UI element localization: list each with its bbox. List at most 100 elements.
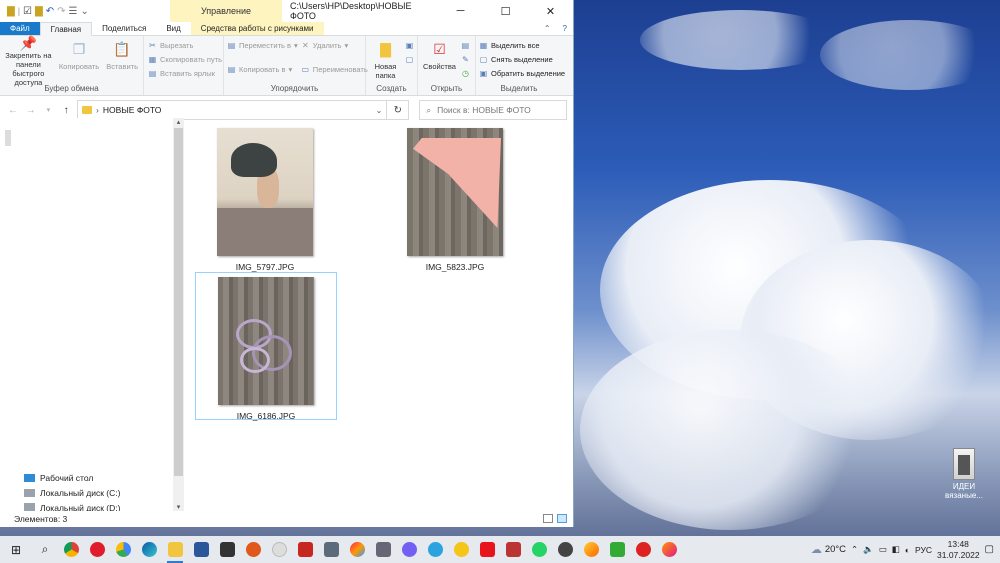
weather-widget[interactable]: ☁ 20°C (811, 543, 846, 556)
select-none-button[interactable]: ▢ Снять выделение (479, 53, 565, 65)
paste-button[interactable]: 📋 Вставить (104, 38, 140, 83)
shortcut-icon: ▤ (148, 68, 157, 78)
copy-button[interactable]: ❐ Копировать (57, 38, 101, 83)
breadcrumb[interactable]: НОВЫЕ ФОТО (103, 105, 161, 115)
nav-item-desktop[interactable]: Рабочий стол (24, 473, 93, 483)
file-explorer-icon[interactable] (162, 536, 188, 563)
large-icons-view-icon[interactable] (557, 514, 567, 523)
details-view-icon[interactable] (543, 514, 553, 523)
tab-home[interactable]: Главная (39, 22, 93, 36)
copy-path-button[interactable]: ▦ Скопировать путь (148, 53, 222, 65)
file-name: IMG_5823.JPG (425, 262, 485, 272)
nav-item-drive-c[interactable]: Локальный диск (C:) (24, 488, 120, 498)
word-icon[interactable] (188, 536, 214, 563)
scroll-thumb[interactable] (174, 128, 183, 476)
file-item[interactable]: IMG_5797.JPG (194, 128, 336, 272)
new-folder-button[interactable]: ▇ Новая папка (369, 38, 402, 83)
up-icon[interactable]: ↑ (59, 105, 73, 116)
tab-share[interactable]: Поделиться (92, 22, 156, 35)
paint-icon[interactable] (344, 536, 370, 563)
pin-quick-access-button[interactable]: 📌 Закрепить на панели быстрого доступа (3, 36, 54, 87)
search-icon[interactable]: ⌕ (32, 536, 58, 563)
scissors-icon[interactable] (500, 536, 526, 563)
firefox-icon[interactable] (656, 536, 682, 563)
edit-button[interactable]: ✎ (461, 53, 470, 65)
invert-selection-button[interactable]: ▣ Обратить выделение (479, 67, 565, 79)
desktop-cloud (640, 10, 840, 70)
chat-icon[interactable] (552, 536, 578, 563)
refresh-icon[interactable]: ↻ (386, 101, 408, 119)
language-indicator[interactable]: РУС (915, 545, 932, 555)
forward-icon[interactable]: → (24, 105, 38, 116)
chevron-down-icon[interactable]: ⌄ (376, 106, 383, 115)
move-to-button[interactable]: ▤ Переместить в ▾ (227, 39, 298, 51)
undo-icon[interactable]: ↶ (46, 6, 54, 17)
redo-icon[interactable]: ↷ (57, 6, 65, 17)
help-icon[interactable]: ? (557, 22, 573, 35)
easy-access-button[interactable]: ▢ (405, 53, 414, 65)
recent-dropdown-icon[interactable]: ▾ (42, 106, 56, 114)
chevron-down-icon[interactable]: ▾ (173, 503, 184, 511)
delete-button[interactable]: ✕ Удалить ▾ (301, 39, 368, 51)
select-all-button[interactable]: ▦ Выделить все (479, 39, 565, 51)
history-icon: ◷ (461, 68, 469, 78)
clock[interactable]: 13:48 31.07.2022 (937, 539, 980, 561)
nav-scroll-stub (5, 130, 11, 146)
minimize-button[interactable]: ─ (438, 0, 483, 22)
check-icon[interactable]: ☑ (23, 6, 32, 17)
back-icon[interactable]: ← (6, 105, 20, 116)
nav-item-label: Локальный диск (D:) (40, 503, 121, 511)
emoji-icon[interactable] (448, 536, 474, 563)
nav-scrollbar[interactable]: ▴ ▾ (173, 118, 184, 511)
history-button[interactable]: ◷ (461, 67, 470, 79)
sticky-notes-icon[interactable] (214, 536, 240, 563)
nav-item-drive-d[interactable]: Локальный диск (D:) (24, 503, 120, 511)
properties-icon[interactable]: ☰ (69, 6, 78, 17)
volume-icon[interactable]: ◐ (905, 545, 910, 555)
clipboard-icon: 📋 (113, 40, 131, 57)
media-icon[interactable] (630, 536, 656, 563)
file-item-selected[interactable]: IMG_6186.JPG (195, 272, 337, 421)
tab-picture-tools[interactable]: Средства работы с рисунками (190, 22, 324, 35)
chevron-up-icon[interactable]: ⌃ (851, 544, 858, 555)
copy-to-button[interactable]: ▤ Копировать в ▾ (227, 63, 298, 75)
tab-view[interactable]: Вид (156, 22, 190, 35)
edge-icon[interactable] (136, 536, 162, 563)
network-icon[interactable]: ◧ (892, 544, 900, 555)
yandex-browser-icon[interactable] (578, 536, 604, 563)
close-button[interactable]: ✕ (528, 0, 573, 22)
open-button[interactable]: ▤ (461, 39, 470, 51)
viber-icon[interactable] (396, 536, 422, 563)
maximize-button[interactable]: ☐ (483, 0, 528, 22)
adobe-icon[interactable] (474, 536, 500, 563)
cut-button[interactable]: ✂ Вырезать (148, 39, 222, 51)
battery-icon[interactable]: ▭ (879, 544, 887, 555)
search-input[interactable]: ⌕ Поиск в: НОВЫЕ ФОТО (419, 100, 567, 120)
acrobat-icon[interactable] (292, 536, 318, 563)
calculator-icon[interactable] (370, 536, 396, 563)
chevron-up-icon[interactable]: ▴ (173, 118, 184, 126)
whatsapp-icon[interactable] (526, 536, 552, 563)
telegram-icon[interactable] (422, 536, 448, 563)
speaker-icon[interactable]: 🔈 (863, 544, 874, 555)
desktop-icon-ideas[interactable]: ИДЕИ вязаные... (944, 448, 984, 500)
address-bar[interactable]: › НОВЫЕ ФОТО ⌄ ↻ (77, 100, 410, 120)
windows-start-icon[interactable]: ⊞ (0, 536, 32, 563)
ribbon-collapse-icon[interactable]: ⌃ (538, 22, 557, 35)
torrent-icon[interactable] (604, 536, 630, 563)
dropdown-icon[interactable]: ⌄ (80, 6, 88, 17)
opera-icon[interactable] (84, 536, 110, 563)
tab-file[interactable]: Файл (0, 22, 40, 35)
chrome-icon[interactable] (110, 536, 136, 563)
itunes-icon[interactable] (266, 536, 292, 563)
camera-icon[interactable] (240, 536, 266, 563)
snipping-tool-icon[interactable] (318, 536, 344, 563)
new-item-button[interactable]: ▣ (405, 39, 414, 51)
notifications-icon[interactable]: ▢ (985, 544, 994, 555)
rename-button[interactable]: ▭ Переименовать (301, 63, 368, 75)
chrome-icon[interactable] (58, 536, 84, 563)
new-folder-icon[interactable]: ▇ (35, 6, 43, 17)
file-item[interactable]: IMG_5823.JPG (384, 128, 526, 272)
paste-shortcut-button[interactable]: ▤ Вставить ярлык (148, 67, 222, 79)
properties-button[interactable]: ☑ Свойства (421, 38, 458, 83)
